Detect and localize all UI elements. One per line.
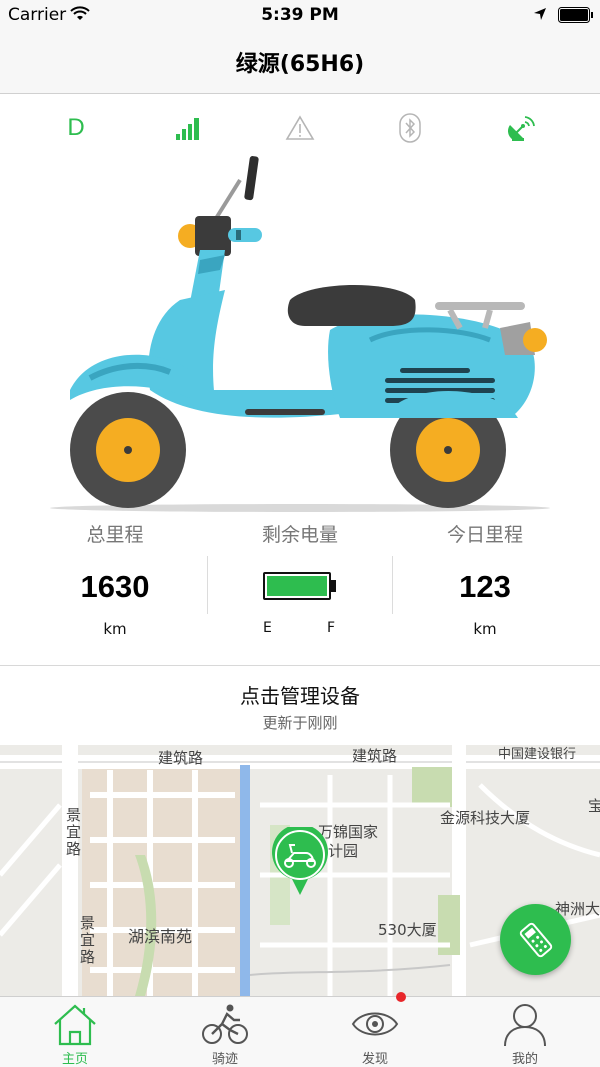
battery-full-label: F [327,620,336,636]
battery-status-icon [558,7,593,23]
nav-bar: 绿源(65H6) [0,30,600,94]
vehicle-status-indicators: D [0,108,600,152]
total-mileage-stat: 总里程 1630 km [15,520,215,638]
map-road-label: 建筑路 [352,747,398,765]
battery-gauge-tip [331,580,336,592]
manage-device-button[interactable]: 点击管理设备 更新于刚刚 [0,665,600,745]
manage-device-title: 点击管理设备 [240,684,360,708]
page-title: 绿源(65H6) [235,52,365,77]
tab-label: 发现 [361,1052,388,1067]
gear-indicator: D [56,108,96,148]
tab-rides[interactable]: 骑迹 [150,997,300,1067]
today-mileage-stat: 今日里程 123 km [385,520,585,638]
map-road-label: 建筑路 [158,749,204,767]
map-area-label: 湖滨南苑 [128,927,193,946]
tab-home[interactable]: 主页 [0,997,150,1067]
total-mileage-unit: km [103,620,127,638]
map-poi-label: 530大厦 [378,921,437,939]
today-mileage-value: 123 [459,569,511,604]
tab-discover[interactable]: 发现 [300,997,450,1067]
today-mileage-label: 今日里程 [446,524,523,546]
battery-gauge [263,572,331,600]
tab-label: 我的 [511,1052,538,1067]
remote-control-icon [519,922,552,957]
location-arrow-icon [534,8,546,20]
eye-icon [351,1012,399,1036]
home-icon [54,1004,96,1046]
total-mileage-label: 总里程 [86,524,144,546]
battery-level-fill [267,576,327,596]
tab-label: 主页 [61,1052,88,1067]
stats-panel: 总里程 1630 km 剩余电量 E F 今日里程 123 km [0,520,600,650]
user-icon [504,1004,546,1046]
warning-icon [280,108,320,148]
divider [207,556,208,614]
battery-stat: 剩余电量 [200,520,400,550]
total-mileage-value: 1630 [80,569,150,604]
tab-profile[interactable]: 我的 [450,997,600,1067]
signal-icon [168,108,208,148]
map-road-label: 景宜路 [66,806,82,858]
map-poi-label: 中国建设银行 [498,747,577,762]
map-road-label: 景宜路 [80,914,96,966]
scooter-marker-icon[interactable] [270,827,330,897]
clock: 5:39 PM [261,5,339,25]
cyclist-icon [202,1004,248,1044]
gear-label: D [67,114,85,141]
today-mileage-unit: km [473,620,497,638]
battery-empty-label: E [263,620,272,636]
last-updated-label: 更新于刚刚 [262,714,338,732]
scooter-illustration [50,156,550,512]
map-poi-label: 宝 [588,797,600,815]
map-poi-label: 计园 [328,842,359,860]
bluetooth-icon [390,108,430,148]
map-poi-label: 金源科技大厦 [440,809,531,827]
notification-badge [396,992,406,1002]
satellite-icon [502,108,542,148]
status-bar: Carrier 5:39 PM [0,0,600,30]
tab-label: 骑迹 [211,1052,238,1067]
remote-control-button[interactable] [500,904,571,975]
tab-bar: 主页 骑迹 发现 我的 [0,996,600,1067]
battery-label: 剩余电量 [261,524,338,546]
